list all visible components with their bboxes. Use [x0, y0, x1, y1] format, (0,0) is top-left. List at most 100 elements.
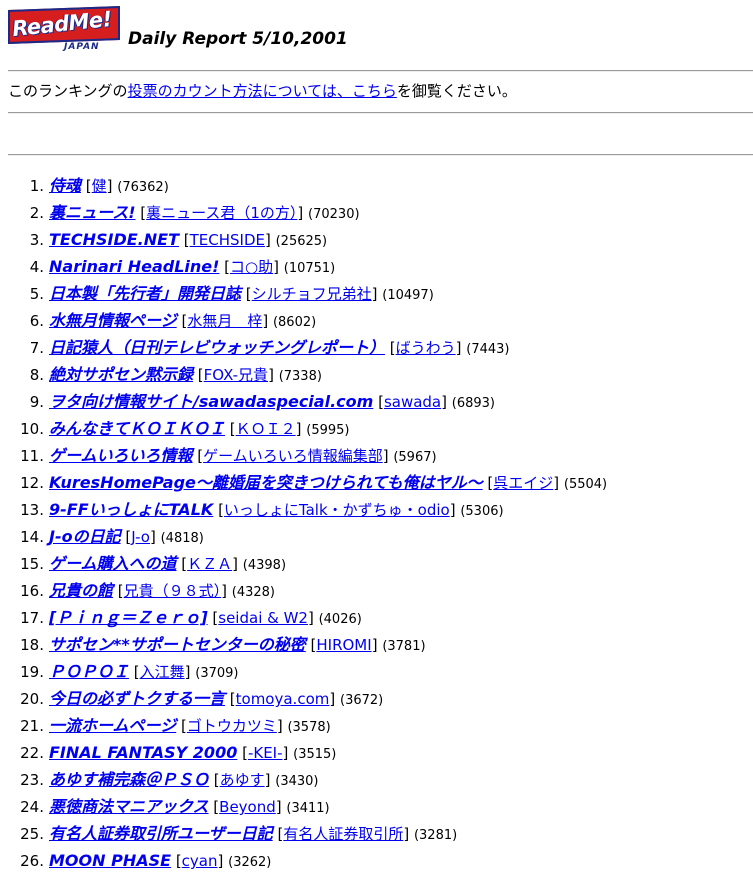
- bracket-close: ]: [217, 852, 229, 870]
- vote-count: (7443): [466, 342, 510, 357]
- notice-text: このランキングの投票のカウント方法については、こちらを御覧ください。: [8, 80, 517, 101]
- bracket-open: [: [208, 798, 220, 816]
- site-link[interactable]: 今日の必ずトクする一言: [49, 689, 225, 708]
- ranking-item: 17. [Ｐｉｎｇ＝Ｚｅｒｏ] [seidai & W2] (4026): [0, 604, 607, 631]
- author-link[interactable]: TECHSIDE: [190, 231, 265, 249]
- rank-number: 4.: [29, 258, 44, 276]
- bracket-close: ]: [264, 231, 276, 249]
- author-link[interactable]: cyan: [182, 852, 218, 870]
- author-link[interactable]: 裏ニュース君（1の方）: [146, 204, 297, 222]
- site-link[interactable]: サポセン**サポートセンターの秘密: [49, 635, 306, 654]
- author-link[interactable]: コ○助: [230, 258, 273, 276]
- site-link[interactable]: みんなきてＫＯＩＫＯＩ: [49, 419, 225, 438]
- author-link[interactable]: sawada: [384, 393, 441, 411]
- site-link[interactable]: MOON PHASE: [49, 851, 171, 870]
- site-link[interactable]: 一流ホームページ: [49, 716, 176, 735]
- ranking-item: 26. MOON PHASE [cyan] (3262): [0, 847, 607, 874]
- bracket-close: ]: [106, 177, 118, 195]
- vote-count: (3781): [382, 639, 426, 654]
- author-link[interactable]: seidai & W2: [218, 609, 308, 627]
- page-title: Daily Report 5/10,2001: [128, 29, 348, 49]
- site-link[interactable]: ＰＯＰＯＩ: [49, 662, 129, 681]
- ranking-item: 19. ＰＯＰＯＩ [入江舞] (3709): [0, 658, 607, 685]
- author-link[interactable]: あゆす: [220, 771, 265, 789]
- author-link[interactable]: 呉エイジ: [493, 474, 553, 492]
- author-link[interactable]: 有名人証券取引所: [283, 825, 403, 843]
- bracket-close: ]: [297, 204, 309, 222]
- bracket-close: ]: [382, 447, 394, 465]
- site-link[interactable]: J-oの日記: [49, 527, 121, 546]
- vote-count: (5306): [460, 504, 504, 519]
- vote-count: (3709): [195, 666, 239, 681]
- page-header: ReadMe! JAPAN Daily Report 5/10,2001: [8, 6, 348, 52]
- bracket-open: [: [482, 474, 494, 492]
- ranking-item: 20. 今日の必ずトクする一言 [tomoya.com] (3672): [0, 685, 607, 712]
- site-link[interactable]: TECHSIDE.NET: [49, 230, 179, 249]
- author-link[interactable]: tomoya.com: [236, 690, 330, 708]
- bracket-open: [: [237, 744, 248, 762]
- author-link[interactable]: HIROMI: [316, 636, 371, 654]
- site-link[interactable]: 裏ニュース!: [49, 203, 136, 222]
- site-link[interactable]: 悪徳商法マニアックス: [49, 797, 209, 816]
- author-link[interactable]: ゴトウカツミ: [187, 717, 277, 735]
- author-link[interactable]: 兄貴（９８式）: [124, 582, 222, 600]
- vote-count: (5504): [563, 477, 608, 492]
- author-link[interactable]: ＫＯＩ２: [236, 420, 296, 438]
- ranking-item: 16. 兄貴の館 [兄貴（９８式）] (4328): [0, 577, 607, 604]
- rank-number: 15.: [20, 555, 44, 573]
- vote-count: (4818): [160, 531, 204, 546]
- author-link[interactable]: いっしょにTalk・かずちゅ・odio: [224, 501, 450, 519]
- bracket-open: [: [213, 501, 224, 519]
- bracket-close: ]: [268, 366, 279, 384]
- author-link[interactable]: シルチョフ兄弟社: [252, 285, 372, 303]
- author-link[interactable]: 健: [92, 177, 107, 195]
- site-link[interactable]: ヲタ向け情報サイト/sawadaspecial.com: [49, 392, 373, 411]
- site-link[interactable]: あゆす補完森＠ＰＳＯ: [49, 770, 209, 789]
- bracket-open: [: [192, 447, 204, 465]
- author-link[interactable]: -KEI-: [248, 744, 283, 762]
- site-link[interactable]: FINAL FANTASY 2000: [49, 743, 237, 762]
- author-link[interactable]: 入江舞: [140, 663, 185, 681]
- notice-suffix: を御覧ください。: [396, 82, 517, 100]
- vote-count: (25625): [275, 234, 328, 249]
- bracket-close: ]: [273, 258, 284, 276]
- site-link[interactable]: ゲームいろいろ情報: [49, 446, 193, 465]
- divider: [8, 154, 753, 156]
- bracket-open: [: [207, 609, 219, 627]
- site-link[interactable]: 侍魂: [49, 176, 81, 195]
- counting-method-link[interactable]: 投票のカウント方法については、こちら: [128, 82, 397, 100]
- ranking-item: 7. 日記猿人（日刊テレビウォッチングレポート） [ばうわう] (7443): [0, 334, 607, 361]
- site-link[interactable]: 有名人証券取引所ユーザー日記: [49, 824, 273, 843]
- readme-japan-logo[interactable]: ReadMe! JAPAN: [8, 6, 120, 52]
- site-link[interactable]: 水無月情報ページ: [49, 311, 177, 330]
- author-link[interactable]: FOX-兄貴: [204, 366, 268, 384]
- bracket-open: [: [176, 717, 187, 735]
- bracket-open: [: [219, 258, 231, 276]
- author-link[interactable]: Beyond: [219, 798, 276, 816]
- bracket-close: ]: [553, 474, 564, 492]
- bracket-close: ]: [221, 582, 232, 600]
- bracket-close: ]: [264, 771, 276, 789]
- site-link[interactable]: 9-FFいっしょにTALK: [49, 500, 213, 519]
- site-link[interactable]: Narinari HeadLine!: [49, 257, 219, 276]
- rank-number: 9.: [29, 393, 44, 411]
- bracket-open: [: [113, 582, 124, 600]
- author-link[interactable]: 水無月 梓: [187, 312, 262, 330]
- author-link[interactable]: ＫＺＡ: [187, 555, 232, 573]
- rank-number: 21.: [20, 717, 44, 735]
- site-link[interactable]: 日記猿人（日刊テレビウォッチングレポート）: [49, 338, 385, 357]
- author-link[interactable]: ゲームいろいろ情報編集部: [203, 447, 383, 465]
- author-link[interactable]: J-o: [131, 528, 150, 546]
- site-link[interactable]: KuresHomePage～離婚届を突きつけられても俺はヤル～: [49, 473, 483, 492]
- ranking-item: 25. 有名人証券取引所ユーザー日記 [有名人証券取引所] (3281): [0, 820, 607, 847]
- rank-number: 3.: [29, 231, 44, 249]
- author-link[interactable]: ばうわう: [396, 339, 456, 357]
- vote-count: (3430): [275, 774, 319, 789]
- site-link[interactable]: [Ｐｉｎｇ＝Ｚｅｒｏ]: [49, 608, 208, 627]
- vote-count: (3262): [228, 855, 272, 870]
- site-link[interactable]: 兄貴の館: [49, 581, 113, 600]
- site-link[interactable]: ゲーム購入への道: [49, 554, 177, 573]
- site-link[interactable]: 絶対サポセン黙示録: [49, 365, 193, 384]
- site-link[interactable]: 日本製「先行者」開発日誌: [49, 284, 241, 303]
- ranking-item: 14. J-oの日記 [J-o] (4818): [0, 523, 607, 550]
